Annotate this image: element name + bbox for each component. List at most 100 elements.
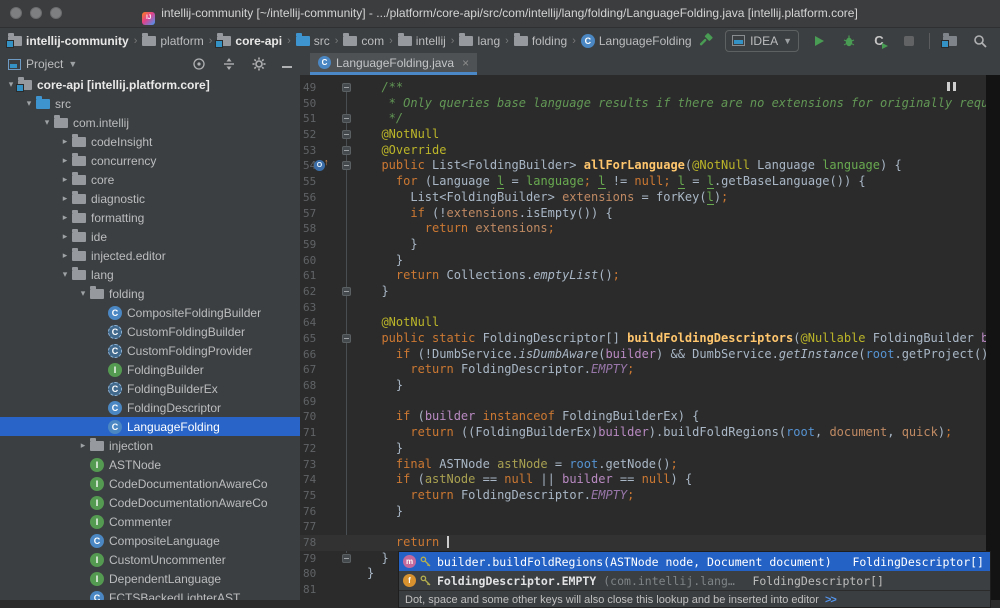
line-number[interactable]: 81 [300, 582, 333, 598]
line-number[interactable]: 63 [300, 300, 333, 316]
breadcrumb-item-core-api[interactable]: core-api [215, 34, 284, 48]
gutter-fold-column[interactable] [333, 174, 365, 190]
gutter-fold-column[interactable] [333, 394, 365, 410]
code-line-77[interactable]: 77​ [300, 519, 986, 535]
gutter-fold-column[interactable] [333, 582, 365, 598]
code-line-49[interactable]: 49 /**​ [300, 80, 986, 96]
line-number[interactable]: 61 [300, 268, 333, 284]
tree-item-commenter[interactable]: ICommenter [0, 512, 300, 531]
line-number[interactable]: 51 [300, 111, 333, 127]
hide-panel-icon[interactable] [282, 57, 292, 71]
expand-arrow-icon[interactable]: ▾ [76, 288, 90, 299]
tree-item-languagefolding[interactable]: CLanguageFolding [0, 417, 300, 436]
chevron-down-icon[interactable]: ▼ [68, 59, 77, 69]
completion-item[interactable]: fFoldingDescriptor.EMPTY(com.intellij.la… [399, 571, 990, 590]
gutter-fold-column[interactable] [333, 457, 365, 473]
line-number[interactable]: 57 [300, 206, 333, 222]
code-line-50[interactable]: 50 * Only queries base language results … [300, 96, 986, 112]
gutter-fold-column[interactable] [333, 221, 365, 237]
gutter-fold-column[interactable] [333, 331, 365, 347]
code-line-56[interactable]: 56 List<FoldingBuilder> extensions = for… [300, 190, 986, 206]
code-line-55[interactable]: 55 for (Language l = language; l != null… [300, 174, 986, 190]
line-number[interactable]: 72 [300, 441, 333, 457]
project-panel-title[interactable]: Project [26, 57, 63, 71]
line-number[interactable]: 69 [300, 394, 333, 410]
expand-arrow-icon[interactable]: ▸ [58, 174, 72, 185]
tree-item-lang[interactable]: ▾lang [0, 265, 300, 284]
tree-item-codedocumentationawareco[interactable]: ICodeDocumentationAwareCo [0, 474, 300, 493]
line-number[interactable]: 68 [300, 378, 333, 394]
line-number[interactable]: 78 [300, 535, 333, 551]
code-line-60[interactable]: 60 }​ [300, 253, 986, 269]
tree-item-folding[interactable]: ▾folding [0, 284, 300, 303]
gutter-fold-column[interactable] [333, 441, 365, 457]
fold-marker-icon[interactable] [342, 287, 351, 296]
tree-item-core-api-intellij-platform-core-[interactable]: ▾core-api [intellij.platform.core] [0, 75, 300, 94]
code-line-54[interactable]: 54O public List<FoldingBuilder> allForLa… [300, 158, 986, 174]
line-number[interactable]: 71 [300, 425, 333, 441]
gutter-fold-column[interactable] [333, 472, 365, 488]
line-number[interactable]: 58 [300, 221, 333, 237]
expand-arrow-icon[interactable]: ▾ [58, 269, 72, 280]
gutter-fold-column[interactable] [333, 111, 365, 127]
gutter-fold-column[interactable] [333, 190, 365, 206]
line-number[interactable]: 66 [300, 347, 333, 363]
code-line-64[interactable]: 64 @NotNull​ [300, 315, 986, 331]
line-number[interactable]: 80 [300, 566, 333, 582]
run-configuration-selector[interactable]: IDEA ▼ [725, 30, 799, 52]
line-number[interactable]: 50 [300, 96, 333, 112]
line-number[interactable]: 79 [300, 551, 333, 567]
editor-tab-languagefolding[interactable]: C LanguageFolding.java × [310, 53, 477, 75]
completion-item[interactable]: mbuilder.buildFoldRegions(ASTNode node, … [399, 552, 990, 571]
line-number[interactable]: 76 [300, 504, 333, 520]
gutter-fold-column[interactable] [333, 378, 365, 394]
expand-arrow-icon[interactable]: ▸ [58, 155, 72, 166]
gutter-fold-column[interactable] [333, 300, 365, 316]
line-number[interactable]: 75 [300, 488, 333, 504]
debug-button[interactable] [839, 31, 859, 51]
expand-arrow-icon[interactable]: ▾ [40, 117, 54, 128]
code-line-78[interactable]: 78 return ​ [300, 535, 986, 551]
fold-marker-icon[interactable] [342, 114, 351, 123]
code-line-52[interactable]: 52 @NotNull​ [300, 127, 986, 143]
tree-item-customfoldingprovider[interactable]: CCustomFoldingProvider [0, 341, 300, 360]
code-line-58[interactable]: 58 return extensions;​ [300, 221, 986, 237]
run-button[interactable] [809, 31, 829, 51]
expand-arrow-icon[interactable]: ▸ [58, 231, 72, 242]
gutter-fold-column[interactable] [333, 80, 365, 96]
expand-arrow-icon[interactable]: ▸ [58, 193, 72, 204]
gutter-fold-column[interactable] [333, 96, 365, 112]
line-number[interactable]: 67 [300, 362, 333, 378]
line-number[interactable]: 60 [300, 253, 333, 269]
code-line-74[interactable]: 74 if (astNode == null || builder == nul… [300, 472, 986, 488]
code-line-70[interactable]: 70 if (builder instanceof FoldingBuilder… [300, 409, 986, 425]
gutter-fold-column[interactable] [333, 315, 365, 331]
gutter-fold-column[interactable] [333, 425, 365, 441]
gutter-fold-column[interactable] [333, 551, 365, 567]
fold-marker-icon[interactable] [342, 83, 351, 92]
code-line-67[interactable]: 67 return FoldingDescriptor.EMPTY;​ [300, 362, 986, 378]
code-line-63[interactable]: 63​ [300, 300, 986, 316]
breadcrumb-item-lang[interactable]: lang [457, 34, 502, 48]
gutter-fold-column[interactable] [333, 268, 365, 284]
line-number[interactable]: 74 [300, 472, 333, 488]
expand-arrow-icon[interactable]: ▾ [22, 98, 36, 109]
gutter-fold-column[interactable] [333, 535, 365, 551]
tree-item-compositefoldingbuilder[interactable]: CCompositeFoldingBuilder [0, 303, 300, 322]
gutter-fold-column[interactable] [333, 347, 365, 363]
gutter-fold-column[interactable] [333, 519, 365, 535]
tree-item-customfoldingbuilder[interactable]: CCustomFoldingBuilder [0, 322, 300, 341]
tree-item-ide[interactable]: ▸ide [0, 227, 300, 246]
tree-item-injected-editor[interactable]: ▸injected.editor [0, 246, 300, 265]
tree-item-foldingbuilder[interactable]: IFoldingBuilder [0, 360, 300, 379]
tree-item-foldingdescriptor[interactable]: CFoldingDescriptor [0, 398, 300, 417]
close-tab-icon[interactable]: × [462, 56, 469, 70]
code-line-66[interactable]: 66 if (!DumbService.isDumbAware(builder)… [300, 347, 986, 363]
expand-arrow-icon[interactable]: ▸ [58, 212, 72, 223]
code-line-59[interactable]: 59 }​ [300, 237, 986, 253]
run-with-coverage-button[interactable]: C [869, 31, 889, 51]
search-everywhere-icon[interactable] [970, 31, 990, 51]
code-line-75[interactable]: 75 return FoldingDescriptor.EMPTY;​ [300, 488, 986, 504]
project-structure-icon[interactable] [940, 31, 960, 51]
tree-item-customuncommenter[interactable]: ICustomUncommenter [0, 550, 300, 569]
